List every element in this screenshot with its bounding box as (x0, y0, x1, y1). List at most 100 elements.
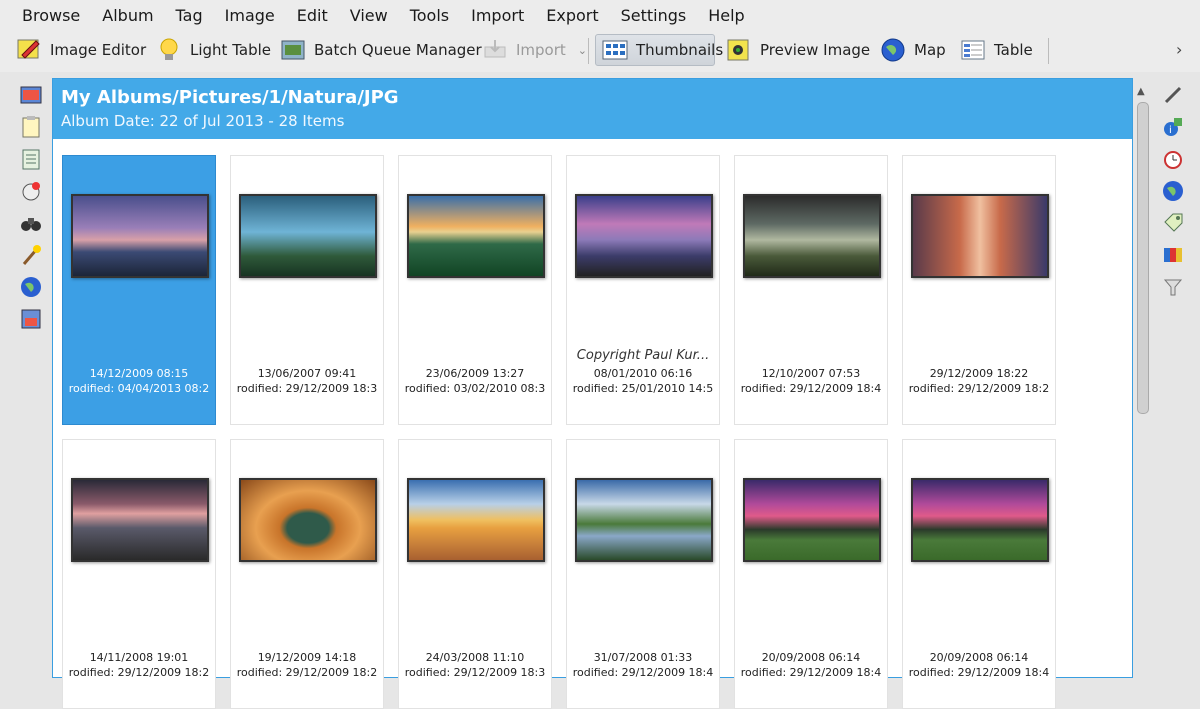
item-date: 20/09/2008 06:14 (761, 651, 861, 664)
item-modified: rodified: 29/12/2009 18:2 (908, 382, 1050, 395)
thumbnail-item[interactable]: 31/07/2008 01:33 rodified: 29/12/2009 18… (566, 439, 720, 709)
light-table-button[interactable]: Light Table (156, 34, 271, 66)
map-button[interactable]: Map (880, 34, 946, 66)
fuzzy-search-wand-icon[interactable] (20, 244, 42, 266)
svg-text:i: i (1169, 125, 1172, 136)
menu-edit[interactable]: Edit (297, 6, 328, 25)
menu-export[interactable]: Export (546, 6, 598, 25)
item-modified: rodified: 29/12/2009 18:2 (68, 666, 210, 679)
chevron-down-icon[interactable]: ⌄ (578, 44, 587, 57)
filter-funnel-icon[interactable] (1162, 276, 1184, 298)
preview-image-label: Preview Image (760, 41, 871, 59)
thumbnail-item[interactable]: 12/10/2007 07:53 rodified: 29/12/2009 18… (734, 155, 888, 425)
map-globe-icon[interactable] (20, 276, 42, 298)
thumbnail-item[interactable]: 13/06/2007 09:41 rodified: 29/12/2009 18… (230, 155, 384, 425)
thumbnail-image (743, 478, 881, 562)
batch-queue-button[interactable]: Batch Queue Manager (280, 34, 482, 66)
map-label: Map (914, 41, 946, 59)
item-date: 13/06/2007 09:41 (257, 367, 357, 380)
thumbnail-item[interactable]: 14/12/2009 08:15 rodified: 04/04/2013 08… (62, 155, 216, 425)
thumbnail-item[interactable]: Copyright Paul Kur... 08/01/2010 06:16 r… (566, 155, 720, 425)
thumbnail-item[interactable]: 14/11/2008 19:01 rodified: 29/12/2009 18… (62, 439, 216, 709)
tags-icon[interactable] (20, 116, 42, 138)
dates-icon[interactable] (20, 180, 42, 202)
menu-settings[interactable]: Settings (621, 6, 687, 25)
image-editor-icon (16, 37, 42, 63)
batch-queue-icon (280, 37, 306, 63)
menu-view[interactable]: View (350, 6, 388, 25)
menu-bar: Browse Album Tag Image Edit View Tools I… (0, 0, 1200, 30)
color-labels-icon[interactable] (1162, 244, 1184, 266)
import-button[interactable]: Import ⌄ (482, 34, 587, 66)
menu-tag[interactable]: Tag (176, 6, 203, 25)
vertical-scrollbar[interactable]: ▲ (1134, 86, 1150, 676)
scrollbar-thumb[interactable] (1137, 102, 1149, 414)
thumbnail-item[interactable]: 24/03/2008 11:10 rodified: 29/12/2009 18… (398, 439, 552, 709)
menu-import[interactable]: Import (471, 6, 524, 25)
scroll-up-arrow-icon[interactable]: ▲ (1137, 86, 1145, 97)
item-modified: rodified: 29/12/2009 18:4 (908, 666, 1050, 679)
thumbnails-label: Thumbnails (636, 41, 724, 59)
thumbnails-button[interactable]: Thumbnails (595, 34, 723, 66)
item-modified: rodified: 29/12/2009 18:4 (740, 382, 882, 395)
menu-album[interactable]: Album (102, 6, 153, 25)
people-icon[interactable] (20, 308, 42, 330)
item-modified: rodified: 29/12/2009 18:3 (236, 382, 378, 395)
thumbnail-image (743, 194, 881, 278)
thumbnail-item[interactable]: 29/12/2009 18:22 rodified: 29/12/2009 18… (902, 155, 1056, 425)
albums-icon[interactable] (20, 84, 42, 106)
item-modified: rodified: 29/12/2009 18:2 (236, 666, 378, 679)
thumbnail-image (239, 478, 377, 562)
menu-tools[interactable]: Tools (410, 6, 449, 25)
preview-image-button[interactable]: Preview Image (726, 34, 870, 66)
thumbnail-item[interactable]: 20/09/2008 06:14 rodified: 29/12/2009 18… (902, 439, 1056, 709)
image-editor-button[interactable]: Image Editor (16, 34, 146, 66)
item-date: 12/10/2007 07:53 (761, 367, 861, 380)
thumbnail-image (575, 194, 713, 278)
globe-icon (880, 37, 906, 63)
preview-image-icon (726, 37, 752, 63)
item-date: 20/09/2008 06:14 (929, 651, 1029, 664)
search-binoculars-icon[interactable] (20, 212, 42, 234)
item-modified: rodified: 29/12/2009 18:3 (404, 666, 546, 679)
item-date: 08/01/2010 06:16 (593, 367, 693, 380)
item-date: 31/07/2008 01:33 (593, 651, 693, 664)
thumbnail-image (71, 478, 209, 562)
import-label: Import (516, 41, 566, 59)
toolbar-separator (588, 38, 589, 64)
item-modified: rodified: 25/01/2010 14:5 (572, 382, 714, 395)
thumbnail-image (71, 194, 209, 278)
menu-image[interactable]: Image (225, 6, 275, 25)
thumbnail-image (239, 194, 377, 278)
item-date: 19/12/2009 14:18 (257, 651, 357, 664)
geolocation-globe-icon[interactable] (1162, 180, 1184, 202)
thumbnail-item[interactable]: 20/09/2008 06:14 rodified: 29/12/2009 18… (734, 439, 888, 709)
menu-browse[interactable]: Browse (22, 6, 80, 25)
item-modified: rodified: 03/02/2010 08:3 (404, 382, 546, 395)
thumbnail-item[interactable]: 23/06/2009 13:27 rodified: 03/02/2010 08… (398, 155, 552, 425)
thumbnail-item[interactable]: 19/12/2009 14:18 rodified: 29/12/2009 18… (230, 439, 384, 709)
album-path-title: My Albums/Pictures/1/Natura/JPG (61, 87, 399, 108)
toolbar-overflow-chevron-icon[interactable]: › (1176, 40, 1182, 59)
metadata-clock-icon[interactable] (1162, 148, 1184, 170)
right-sidebar: i (1158, 78, 1200, 676)
album-header: My Albums/Pictures/1/Natura/JPG Album Da… (53, 79, 1132, 139)
menu-help[interactable]: Help (708, 6, 744, 25)
table-icon (960, 37, 986, 63)
item-date: 14/11/2008 19:01 (89, 651, 189, 664)
thumbnail-image (407, 478, 545, 562)
table-button[interactable]: Table (960, 34, 1033, 66)
properties-info-icon[interactable]: i (1162, 116, 1184, 138)
lightbulb-icon (156, 37, 182, 63)
caption-pen-icon[interactable] (1162, 84, 1184, 106)
item-modified: rodified: 29/12/2009 18:4 (740, 666, 882, 679)
batch-queue-label: Batch Queue Manager (314, 41, 482, 59)
labels-icon[interactable] (20, 148, 42, 170)
light-table-label: Light Table (190, 41, 271, 59)
tags-edit-icon[interactable] (1162, 212, 1184, 234)
item-modified: rodified: 29/12/2009 18:4 (572, 666, 714, 679)
thumbnail-image (407, 194, 545, 278)
image-editor-label: Image Editor (50, 41, 147, 59)
item-copyright: Copyright Paul Kur... (576, 348, 710, 363)
main-toolbar: Image Editor Light Table Batch Queue Man… (0, 30, 1200, 72)
